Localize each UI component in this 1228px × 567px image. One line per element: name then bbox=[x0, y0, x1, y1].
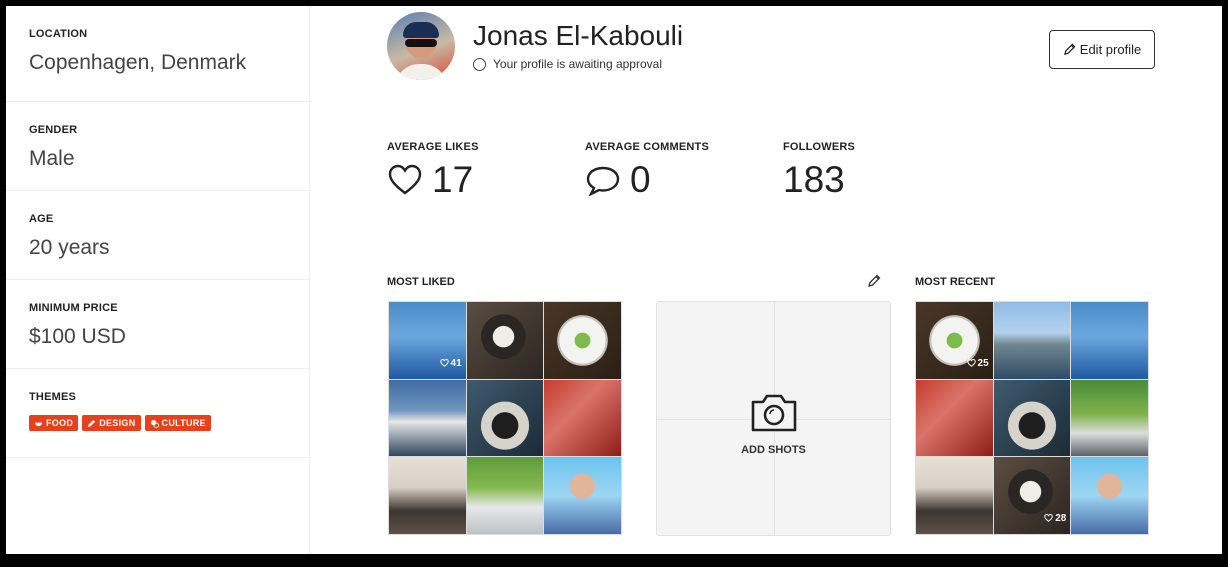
themes-section: THEMES FOOD DESIGN CULTURE bbox=[6, 369, 309, 458]
heart-icon bbox=[966, 359, 976, 368]
photo-tile[interactable] bbox=[544, 302, 621, 379]
average-likes-label: AVERAGE LIKES bbox=[387, 141, 479, 153]
avatar bbox=[387, 12, 455, 80]
photo-tile[interactable] bbox=[916, 379, 993, 457]
photo-tile[interactable] bbox=[1071, 457, 1148, 534]
pending-circle-icon bbox=[473, 57, 486, 71]
like-count-badge: 28 bbox=[1044, 513, 1066, 524]
followers-value: 183 bbox=[783, 159, 845, 200]
photo-tile[interactable] bbox=[466, 302, 544, 379]
photo-tile[interactable] bbox=[466, 379, 544, 457]
age-value: 20 years bbox=[29, 236, 110, 259]
location-label: LOCATION bbox=[29, 28, 88, 40]
price-value: $100 USD bbox=[29, 325, 126, 348]
gender-value: Male bbox=[29, 147, 75, 170]
photo-tile[interactable] bbox=[993, 379, 1071, 457]
theme-tag-label: CULTURE bbox=[161, 418, 206, 428]
camera-icon bbox=[751, 394, 796, 432]
profile-sidebar: LOCATION Copenhagen, Denmark GENDER Male… bbox=[6, 6, 310, 554]
location-section: LOCATION Copenhagen, Denmark bbox=[6, 6, 309, 102]
average-likes-value: 17 bbox=[432, 159, 474, 200]
most-recent-title: MOST RECENT bbox=[915, 276, 996, 288]
theme-tags: FOOD DESIGN CULTURE bbox=[29, 415, 286, 431]
profile-main: Jonas El-Kabouli Your profile is awaitin… bbox=[311, 6, 1222, 554]
photo-tile[interactable] bbox=[1071, 379, 1148, 457]
like-count-badge: 41 bbox=[439, 357, 462, 369]
average-comments-value: 0 bbox=[630, 159, 651, 200]
photo-tile[interactable] bbox=[916, 457, 993, 534]
themes-label: THEMES bbox=[29, 391, 77, 403]
comment-bubble-icon bbox=[586, 166, 620, 196]
photo-tile[interactable]: 41 bbox=[389, 302, 466, 379]
average-likes-stat: AVERAGE LIKES 17 bbox=[387, 141, 479, 198]
bowl-icon bbox=[34, 422, 43, 426]
followers-label: FOLLOWERS bbox=[783, 141, 856, 153]
add-shots-label: ADD SHOTS bbox=[741, 444, 806, 456]
like-count-badge: 25 bbox=[966, 357, 989, 369]
followers-stat: FOLLOWERS 183 bbox=[783, 141, 855, 198]
profile-name: Jonas El-Kabouli bbox=[473, 20, 684, 51]
approval-status-text: Your profile is awaiting approval bbox=[493, 57, 662, 71]
photo-tile[interactable] bbox=[389, 457, 466, 534]
heart-icon bbox=[439, 359, 449, 368]
theme-tag-label: DESIGN bbox=[99, 418, 136, 428]
edit-profile-button[interactable]: Edit profile bbox=[1049, 30, 1155, 69]
heart-icon bbox=[388, 164, 422, 195]
add-shots-box[interactable]: ADD SHOTS bbox=[656, 301, 891, 536]
pencil-icon bbox=[1063, 43, 1076, 56]
theme-tag-food[interactable]: FOOD bbox=[29, 415, 79, 431]
like-count: 28 bbox=[1055, 512, 1067, 524]
photo-tile[interactable] bbox=[466, 457, 544, 534]
pencil-icon bbox=[88, 419, 96, 427]
age-section: AGE 20 years bbox=[6, 191, 309, 280]
theme-tag-culture[interactable]: CULTURE bbox=[144, 415, 211, 431]
edit-profile-label: Edit profile bbox=[1079, 42, 1142, 57]
most-liked-grid: 41 bbox=[388, 301, 622, 535]
location-value: Copenhagen, Denmark bbox=[29, 51, 247, 74]
price-section: MINIMUM PRICE $100 USD bbox=[6, 280, 309, 369]
app-window: LOCATION Copenhagen, Denmark GENDER Male… bbox=[6, 6, 1222, 554]
photo-tile[interactable] bbox=[544, 379, 621, 457]
approval-status: Your profile is awaiting approval bbox=[473, 57, 662, 71]
photo-tile[interactable]: 25 bbox=[916, 302, 993, 379]
average-comments-stat: AVERAGE COMMENTS 0 bbox=[585, 141, 709, 198]
heart-icon bbox=[1044, 514, 1053, 523]
theme-tag-label: FOOD bbox=[46, 418, 74, 428]
most-liked-title: MOST LIKED bbox=[387, 276, 455, 288]
theme-tag-design[interactable]: DESIGN bbox=[82, 415, 141, 431]
age-label: AGE bbox=[29, 213, 54, 225]
masks-icon bbox=[150, 419, 159, 428]
photo-tile[interactable] bbox=[544, 457, 621, 534]
photo-tile[interactable] bbox=[1071, 302, 1148, 379]
photo-tile[interactable] bbox=[389, 379, 466, 457]
most-recent-grid: 25 28 bbox=[915, 301, 1149, 535]
like-count: 41 bbox=[450, 357, 462, 369]
like-count: 25 bbox=[977, 357, 989, 369]
price-label: MINIMUM PRICE bbox=[29, 302, 118, 314]
photo-tile[interactable] bbox=[993, 302, 1071, 379]
edit-pencil-icon[interactable] bbox=[867, 274, 881, 288]
average-comments-label: AVERAGE COMMENTS bbox=[585, 141, 710, 153]
gender-section: GENDER Male bbox=[6, 102, 309, 191]
gender-label: GENDER bbox=[29, 124, 78, 136]
photo-tile[interactable]: 28 bbox=[993, 457, 1071, 534]
